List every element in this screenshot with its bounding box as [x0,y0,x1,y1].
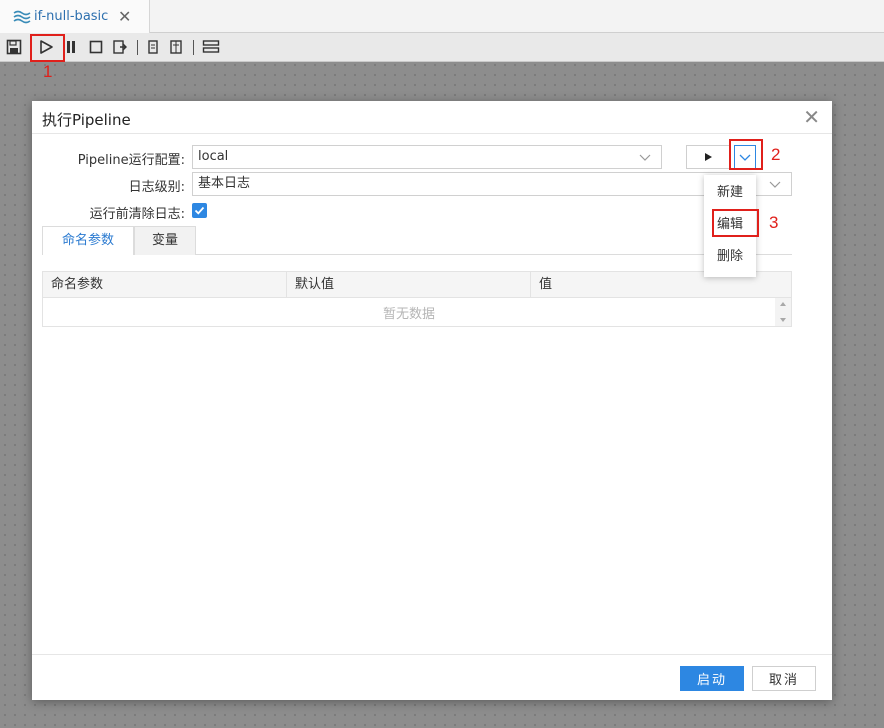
start-button[interactable]: 启动 [680,666,744,691]
menu-item-delete[interactable]: 删除 [704,243,756,271]
step1-highlight [30,34,65,62]
check-icon [194,206,205,215]
tab-close-icon[interactable]: ✕ [118,7,131,26]
close-icon[interactable]: ✕ [803,105,820,129]
log-level-value: 基本日志 [198,176,251,191]
debug-steps-icon[interactable] [166,37,186,57]
table-scrollbar[interactable] [775,298,791,326]
column-header: 命名参数 [43,272,287,298]
step3-highlight [712,209,759,237]
clear-log-checkbox[interactable] [192,203,207,218]
dialog-footer: 启动 取消 [32,654,832,700]
log-level-select[interactable]: 基本日志 [192,172,792,196]
config-label: Pipeline运行配置: [77,153,185,168]
scroll-arrows-icon [780,302,786,322]
cancel-button[interactable]: 取消 [752,666,816,691]
step3-label: 3 [769,213,779,232]
toolbar-separator [137,40,138,55]
step2-highlight [729,139,763,170]
pipeline-toolbar [0,33,884,62]
preview-icon[interactable] [110,37,130,57]
empty-table-text: 暂无数据 [382,307,435,322]
menu-item-new[interactable]: 新建 [704,179,756,207]
editor-tab[interactable]: if-null-basic ✕ [0,0,150,33]
chevron-down-icon [769,181,781,188]
table-header: 命名参数 默认值 值 [43,272,791,298]
dialog-title: 执行Pipeline [42,111,131,129]
run-pipeline-dialog: 执行Pipeline ✕ Pipeline运行配置: local 日志级别: 基… [32,101,832,700]
step2-label: 2 [771,145,781,164]
tab-variables[interactable]: 变量 [134,226,196,255]
clear-log-label: 运行前清除日志: [89,207,185,222]
layout-icon[interactable] [201,37,221,57]
run-config-select[interactable]: local [192,145,662,169]
step1-label: 1 [43,62,53,81]
chevron-down-icon [639,154,651,161]
stop-icon[interactable] [86,37,106,57]
run-config-value: local [198,149,229,164]
run-config-play-button[interactable] [686,145,730,169]
save-icon[interactable] [4,37,24,57]
tab-title: if-null-basic [34,9,109,24]
pipeline-icon [13,10,31,23]
toolbar-separator [193,40,194,55]
params-tabs: 命名参数 变量 [42,226,792,255]
play-icon [705,153,712,161]
editor-tab-bar: if-null-basic ✕ [0,0,884,33]
params-table: 命名参数 默认值 值 暂无数据 [42,271,792,327]
dialog-header: 执行Pipeline ✕ [32,101,832,134]
tab-named-params[interactable]: 命名参数 [42,226,134,255]
debug-icon[interactable] [143,37,163,57]
log-level-label: 日志级别: [128,180,185,195]
column-header: 默认值 [287,272,531,298]
